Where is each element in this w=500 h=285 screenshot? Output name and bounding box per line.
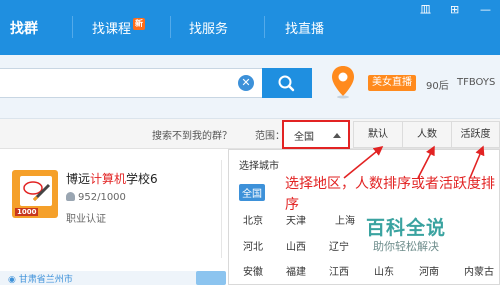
- maximize-button[interactable]: ⊞: [450, 4, 459, 16]
- group-card[interactable]: 1000 博远计算机学校6 952/1000 职业认证: [0, 160, 222, 258]
- not-found-link[interactable]: 搜索不到我的群？: [152, 127, 232, 142]
- group-members: 952/1000: [66, 192, 126, 203]
- city-option[interactable]: 山西: [286, 238, 306, 253]
- annotation-text: 选择地区，人数排序或者活跃度排序: [285, 176, 495, 213]
- location-pin-icon[interactable]: [330, 65, 356, 99]
- city-select-panel: 选择城市 全国 北京 天津 上海 河北 山西 辽宁 安徽 福建 江西 山东 河南…: [228, 149, 500, 285]
- search-bar-area: ✕ 美女直播 90后 TFBOYS: [0, 55, 500, 119]
- nav-divider: [264, 16, 265, 38]
- search-input[interactable]: [0, 68, 262, 98]
- city-option[interactable]: 山东: [374, 263, 394, 278]
- caret-up-icon: [333, 133, 341, 138]
- city-option[interactable]: 安徽: [243, 263, 263, 278]
- nav-divider: [72, 16, 73, 38]
- group-avatar: 1000: [12, 170, 58, 218]
- join-group-button[interactable]: [196, 271, 226, 285]
- tab-find-course[interactable]: 找课程新: [92, 18, 146, 37]
- group-card-footer: ◉ 甘肃省兰州市: [0, 271, 222, 285]
- group-size-tag: 1000: [15, 208, 39, 216]
- watermark-title: 百科全说: [366, 217, 447, 239]
- group-location-text: 甘肃省兰州市: [18, 275, 73, 285]
- panel-title: 选择城市: [239, 161, 279, 172]
- sort-members-button[interactable]: 人数: [402, 121, 452, 148]
- live-badge[interactable]: 美女直播: [368, 75, 416, 91]
- sort-default-button[interactable]: 默认: [353, 121, 403, 148]
- group-title-part: 学校6: [126, 172, 158, 186]
- tab-find-course-label: 找课程: [92, 22, 132, 37]
- location-icon: ◉: [8, 275, 16, 285]
- tab-find-service[interactable]: 找服务: [189, 18, 228, 37]
- tab-find-group[interactable]: 找群: [10, 18, 38, 38]
- city-option[interactable]: 河南: [419, 263, 439, 278]
- city-option[interactable]: 福建: [286, 263, 306, 278]
- group-location: ◉ 甘肃省兰州市: [8, 272, 73, 285]
- pencil-icon: [23, 181, 51, 202]
- group-title[interactable]: 博远计算机学校6: [66, 170, 158, 187]
- region-dropdown[interactable]: 全国: [282, 120, 350, 149]
- group-avatar-paper: [20, 176, 52, 206]
- hot-tag[interactable]: 90后: [426, 77, 449, 92]
- new-badge: 新: [133, 18, 146, 30]
- members-icon: [66, 192, 75, 201]
- search-button[interactable]: [262, 68, 312, 98]
- city-option[interactable]: 辽宁: [329, 238, 349, 253]
- search-icon: [278, 75, 295, 92]
- city-option[interactable]: 江西: [329, 263, 349, 278]
- city-all-option[interactable]: 全国: [239, 184, 265, 201]
- filter-bar: 搜索不到我的群？ 范围： 全国 默认 人数 活跃度: [0, 119, 500, 149]
- tab-find-live[interactable]: 找直播: [285, 18, 324, 37]
- city-option[interactable]: 北京: [243, 212, 263, 227]
- member-count: 952/1000: [78, 192, 126, 203]
- region-dropdown-value: 全国: [294, 132, 314, 143]
- hot-tag[interactable]: TFBOYS: [457, 77, 495, 88]
- skin-button[interactable]: 皿: [420, 4, 431, 16]
- watermark-subtitle: 助你轻松解决: [373, 240, 439, 253]
- range-label: 范围：: [255, 131, 285, 142]
- group-title-part: 博远: [66, 172, 91, 186]
- city-option[interactable]: 内蒙古: [464, 263, 494, 278]
- group-certification: 职业认证: [66, 214, 106, 225]
- nav-divider: [170, 16, 171, 38]
- minimize-button[interactable]: —: [480, 4, 491, 16]
- top-nav-bar: 找群 找课程新 找服务 找直播 皿 ⊞ —: [0, 0, 500, 55]
- group-title-highlight: 计算机: [90, 172, 127, 186]
- sort-activity-button[interactable]: 活跃度: [451, 121, 500, 148]
- city-option[interactable]: 河北: [243, 238, 263, 253]
- clear-search-button[interactable]: ✕: [238, 75, 254, 91]
